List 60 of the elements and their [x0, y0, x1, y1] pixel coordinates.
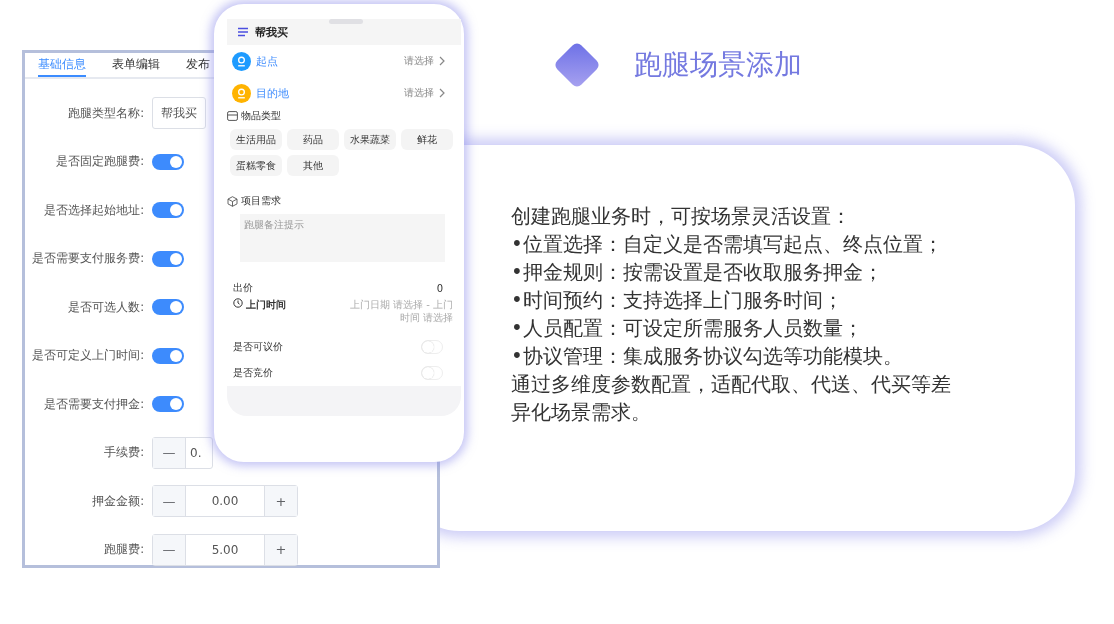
visit-time-label: 上门时间	[246, 298, 286, 312]
field-label: 是否需要支付押金:	[43, 396, 145, 412]
decrement-button[interactable]: —	[153, 534, 185, 565]
clock-icon	[233, 298, 243, 308]
description-line: •押金规则：按需设置是否收取服务押金；	[511, 259, 884, 286]
section-heading: 物品类型	[241, 109, 281, 123]
menu-icon[interactable]	[237, 27, 249, 37]
switch-label: 是否可议价	[233, 340, 283, 354]
field-label: 手续费:	[103, 445, 145, 461]
chevron-icon	[439, 88, 445, 98]
page-title: 帮我买	[255, 24, 288, 40]
description-line: •协议管理：集成服务协议勾选等功能模块。	[511, 343, 904, 370]
decrement-button[interactable]: —	[153, 486, 185, 517]
notes-field[interactable]: 跑腿备注提示	[240, 214, 445, 262]
decrement-button[interactable]: —	[153, 437, 185, 468]
field-label: 跑腿类型名称:	[67, 105, 145, 121]
description-line: •人员配置：可设定所需服务人员数量；	[511, 315, 864, 342]
cube-icon	[227, 195, 238, 207]
increment-button[interactable]: +	[265, 534, 297, 565]
field-label: 押金金额:	[91, 493, 145, 509]
toggle-switch[interactable]	[152, 347, 184, 364]
location-label: 目的地	[256, 85, 289, 101]
toggle-switch[interactable]	[152, 250, 184, 267]
description-line: 创建跑腿业务时，可按场景灵活设置：	[511, 203, 852, 230]
phone-notch	[329, 19, 363, 24]
select-link[interactable]: 请选择	[404, 54, 434, 68]
bid-value: 0	[436, 282, 443, 294]
feature-title: 跑腿场景添加	[634, 47, 802, 83]
bid-label: 出价	[233, 281, 253, 295]
description-line: •位置选择：自定义是否需填写起点、终点位置；	[511, 231, 944, 258]
tab[interactable]: 发布	[186, 53, 210, 77]
toggle-switch[interactable]	[152, 299, 184, 316]
category-chip[interactable]: 其他	[287, 155, 339, 176]
description-line: 通过多维度参数配置，适配代取、代送、代买等差异化场景需求。	[511, 371, 952, 426]
field-label: 是否可选人数:	[67, 299, 145, 315]
category-chip[interactable]: 鲜花	[401, 129, 453, 150]
field-label: 跑腿费:	[103, 542, 145, 558]
category-chip[interactable]: 生活用品	[230, 129, 282, 150]
switch-label: 是否竞价	[233, 366, 273, 380]
tab[interactable]: 表单编辑	[112, 53, 160, 77]
category-chip[interactable]: 蛋糕零食	[230, 155, 282, 176]
toggle-switch[interactable]	[152, 202, 184, 219]
chevron-icon	[439, 56, 445, 66]
description-line: •时间预约：支持选择上门服务时间；	[511, 287, 844, 314]
select-link[interactable]: 请选择	[404, 86, 434, 100]
toggle-switch[interactable]	[152, 153, 184, 170]
category-chip[interactable]: 药品	[287, 129, 339, 150]
field-label: 是否选择起始地址:	[43, 202, 145, 218]
field-label: 是否固定跑腿费:	[55, 154, 145, 170]
text-field[interactable]: 帮我买	[152, 97, 206, 130]
box-icon	[227, 111, 238, 121]
category-chip[interactable]: 水果蔬菜	[344, 129, 396, 150]
section-heading: 项目需求	[241, 194, 281, 208]
tab[interactable]: 基础信息	[38, 53, 86, 77]
toggle-switch[interactable]	[152, 396, 184, 413]
field-label: 是否需要支付服务费:	[31, 251, 145, 267]
location-label: 起点	[256, 53, 278, 69]
number-field[interactable]: 0.	[185, 437, 212, 468]
field-label: 是否可定义上门时间:	[31, 348, 145, 364]
increment-button[interactable]: +	[265, 486, 297, 517]
